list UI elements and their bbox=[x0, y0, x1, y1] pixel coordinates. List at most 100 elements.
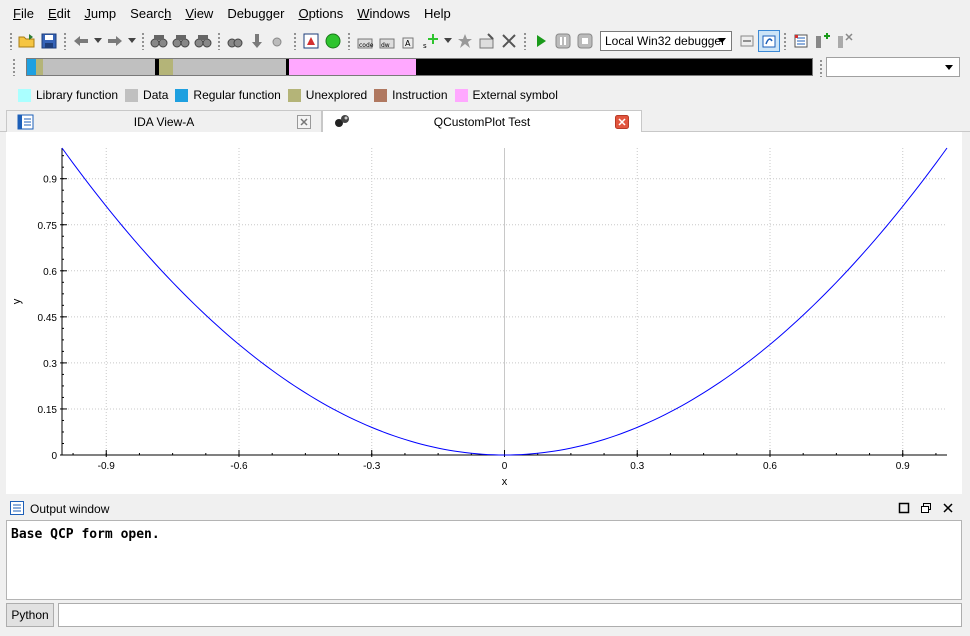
navband-grip[interactable] bbox=[819, 59, 823, 77]
toolbar-grip[interactable] bbox=[783, 32, 787, 50]
close-icon[interactable] bbox=[942, 502, 954, 517]
green-circle-icon[interactable] bbox=[322, 30, 344, 52]
toolbar-grip[interactable] bbox=[63, 32, 67, 50]
toolbar: code dw A s Local Win32 debugger bbox=[0, 28, 970, 54]
make-data-icon[interactable]: dw bbox=[376, 30, 398, 52]
command-input[interactable] bbox=[58, 603, 962, 627]
output-window-title: Output window bbox=[30, 502, 110, 516]
float-window-icon[interactable] bbox=[920, 502, 932, 517]
x-axis-label: x bbox=[502, 476, 508, 488]
x-tick-label: 0.3 bbox=[630, 461, 644, 472]
menu-item-7[interactable]: Windows bbox=[350, 0, 417, 28]
unknown-star-icon[interactable] bbox=[454, 30, 476, 52]
menu-item-3[interactable]: Search bbox=[123, 0, 178, 28]
navigation-strip[interactable] bbox=[26, 58, 813, 76]
menu-mnemonic: E bbox=[47, 6, 57, 21]
menu-item-8[interactable]: Help bbox=[417, 0, 458, 28]
undefine-x-icon[interactable] bbox=[498, 30, 520, 52]
menu-item-5[interactable]: Debugger bbox=[220, 0, 291, 28]
debugger-select[interactable]: Local Win32 debugger bbox=[600, 31, 732, 51]
legend-item: Instruction bbox=[374, 88, 448, 102]
chevron-down-icon[interactable] bbox=[126, 30, 138, 52]
pause-icon[interactable] bbox=[552, 30, 574, 52]
toolbar-grip[interactable] bbox=[141, 32, 145, 50]
back-arrow-icon[interactable] bbox=[70, 30, 92, 52]
add-breakpoint-icon[interactable] bbox=[812, 30, 834, 52]
qcustomplot-chart: -0.9 -0.6 -0.3 0 0.3 0.6 0.9 0 0.15 0.3 0.45 0.6 0.7… bbox=[11, 147, 948, 488]
search-text-icon[interactable] bbox=[170, 30, 192, 52]
plot-area[interactable]: -0.9 -0.6 -0.3 0 0.3 0.6 0.9 0 0.15 0.3 0.45 0.6 0.7… bbox=[6, 132, 962, 494]
make-string-icon[interactable]: A bbox=[398, 30, 420, 52]
tab-bar: IDA View-A QCustomPlot Test bbox=[0, 108, 970, 133]
search-next-icon[interactable] bbox=[224, 30, 246, 52]
navband-segment bbox=[289, 59, 416, 75]
menu-item-1[interactable]: Edit bbox=[41, 0, 77, 28]
x-tick-label: -0.6 bbox=[230, 461, 248, 472]
navband-segment bbox=[173, 59, 287, 75]
legend-swatch bbox=[287, 88, 301, 102]
legend-label: Regular function bbox=[193, 88, 281, 102]
breakpoints-list-icon[interactable] bbox=[790, 30, 812, 52]
search-binoculars-icon[interactable] bbox=[148, 30, 170, 52]
menu-item-2[interactable]: Jump bbox=[77, 0, 123, 28]
toolbar-grip[interactable] bbox=[523, 32, 527, 50]
menu-label: indows bbox=[369, 6, 411, 21]
menu-bar: File Edit Jump Search View Debugger Options Win… bbox=[0, 0, 970, 28]
rename-icon[interactable] bbox=[476, 30, 498, 52]
navband-segment bbox=[158, 59, 173, 75]
output-window-header: Output window bbox=[6, 499, 962, 519]
segment-select[interactable] bbox=[826, 57, 960, 77]
save-icon[interactable] bbox=[38, 30, 60, 52]
legend-item: Unexplored bbox=[287, 88, 367, 102]
menu-label: ptions bbox=[308, 6, 344, 21]
y-tick-label: 0.9 bbox=[43, 175, 57, 186]
make-code-icon[interactable]: code bbox=[354, 30, 376, 52]
chevron-down-icon[interactable] bbox=[92, 30, 104, 52]
stop-icon[interactable] bbox=[574, 30, 596, 52]
open-folder-icon[interactable] bbox=[16, 30, 38, 52]
toolbar-grip[interactable] bbox=[217, 32, 221, 50]
plot-blob-icon bbox=[333, 114, 351, 131]
legend: Library function Data Regular function Unex… bbox=[0, 86, 565, 104]
cli-language-button[interactable]: Python bbox=[6, 603, 54, 627]
chevron-down-icon bbox=[945, 65, 953, 70]
navband-grip[interactable] bbox=[12, 58, 16, 76]
toolbar-grip[interactable] bbox=[293, 32, 297, 50]
tab-qcustomplot-test[interactable]: QCustomPlot Test bbox=[322, 110, 642, 133]
toolbar-grip[interactable] bbox=[9, 32, 13, 50]
step-over-icon[interactable] bbox=[758, 30, 780, 52]
legend-item: Data bbox=[125, 88, 168, 102]
legend-label: External symbol bbox=[472, 88, 558, 102]
output-window-icon bbox=[10, 500, 24, 518]
forward-arrow-icon[interactable] bbox=[104, 30, 126, 52]
graph-view-icon[interactable] bbox=[300, 30, 322, 52]
toolbar-grip[interactable] bbox=[347, 32, 351, 50]
menu-item-6[interactable]: Options bbox=[291, 0, 350, 28]
search-binary-icon[interactable] bbox=[192, 30, 214, 52]
search-disabled-icon[interactable] bbox=[268, 30, 290, 52]
y-tick-label: 0.15 bbox=[38, 405, 58, 416]
step-into-icon[interactable] bbox=[736, 30, 758, 52]
delete-breakpoint-icon[interactable] bbox=[834, 30, 856, 52]
close-icon[interactable] bbox=[297, 115, 311, 129]
menu-item-0[interactable]: File bbox=[6, 0, 41, 28]
maximize-icon[interactable] bbox=[898, 502, 910, 517]
play-icon[interactable] bbox=[530, 30, 552, 52]
grid-lines bbox=[62, 148, 947, 455]
tab-ida-view-a[interactable]: IDA View-A bbox=[6, 110, 322, 132]
down-arrow-icon[interactable] bbox=[246, 30, 268, 52]
output-window-text[interactable]: Base QCP form open. bbox=[6, 520, 962, 600]
svg-text:A: A bbox=[405, 39, 411, 48]
menu-mnemonic: O bbox=[298, 6, 309, 21]
legend-swatch bbox=[454, 88, 468, 102]
menu-item-4[interactable]: View bbox=[178, 0, 220, 28]
y-tick-label: 0 bbox=[51, 451, 57, 462]
chevron-down-icon[interactable] bbox=[442, 30, 454, 52]
add-struct-icon[interactable]: s bbox=[420, 30, 442, 52]
y-axis-label: y bbox=[11, 298, 23, 304]
menu-label: Help bbox=[424, 6, 451, 21]
navband-segment bbox=[415, 59, 812, 75]
close-icon[interactable] bbox=[615, 115, 629, 129]
menu-label: ile bbox=[20, 6, 34, 21]
menu-label: dit bbox=[56, 6, 71, 21]
